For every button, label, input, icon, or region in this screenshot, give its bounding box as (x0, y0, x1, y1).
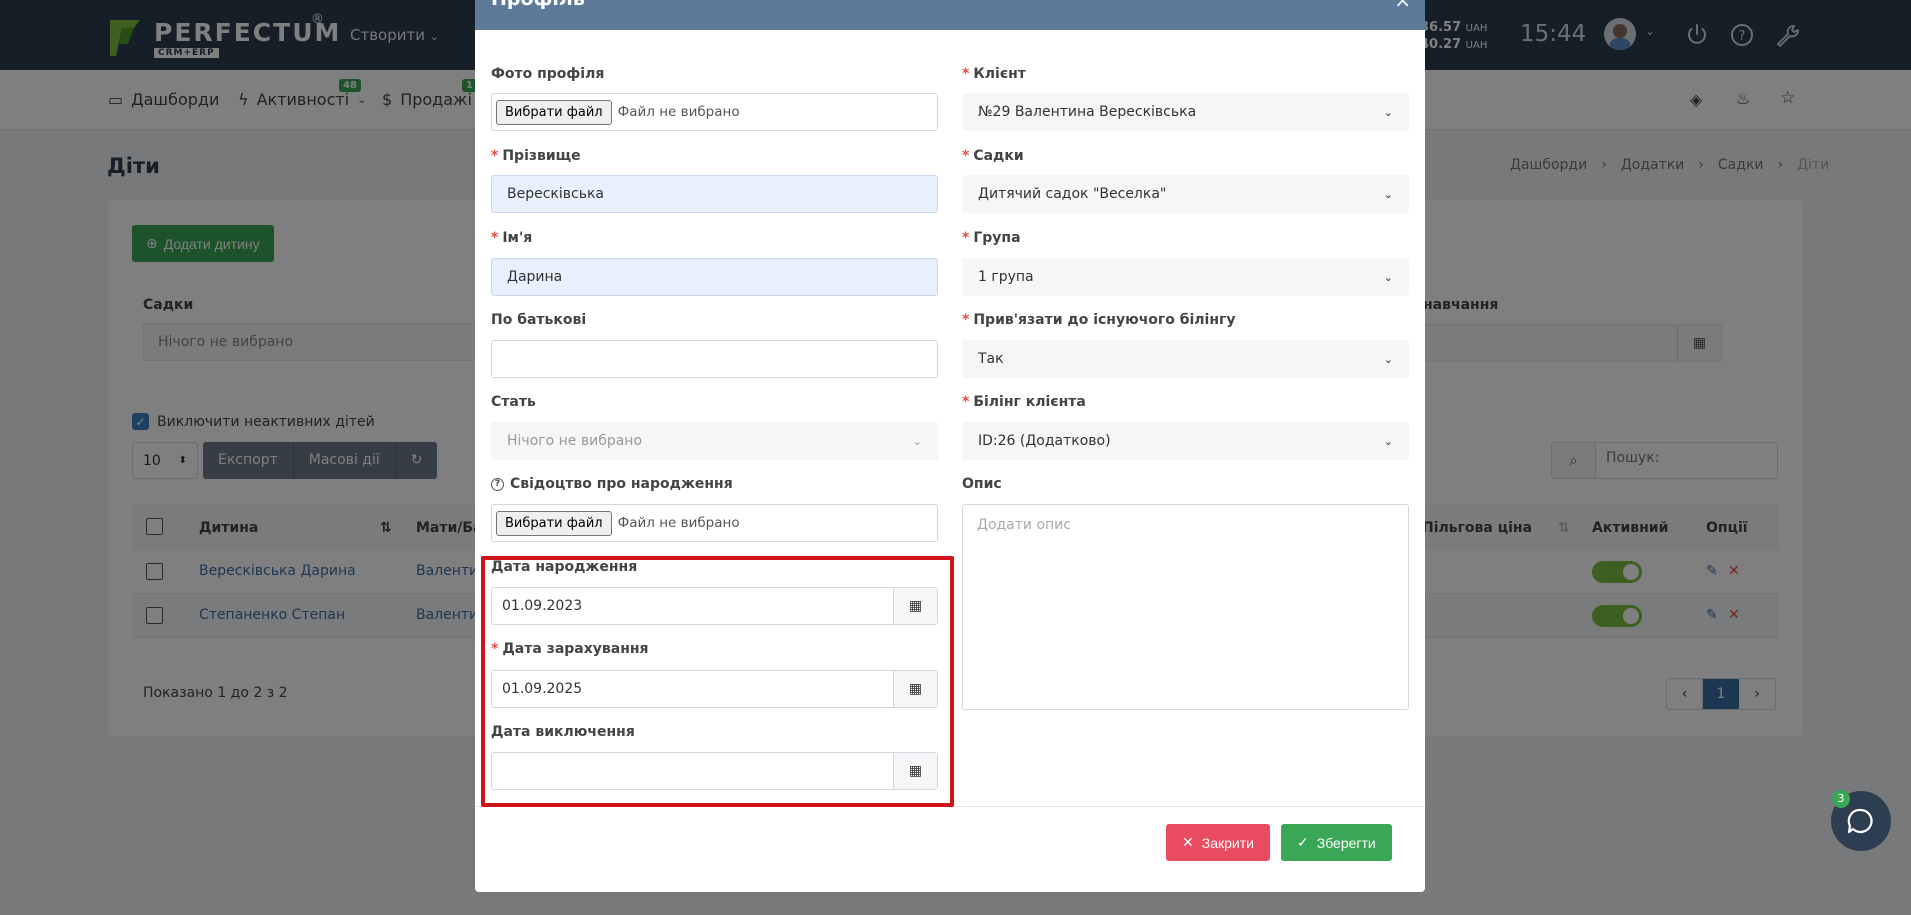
name-input[interactable]: Дарина (491, 258, 938, 296)
photo-label: Фото профіля (491, 66, 605, 82)
close-button-label: Закрити (1201, 834, 1254, 851)
chevron-down-icon: ⌄ (1383, 187, 1393, 201)
chevron-down-icon: ⌄ (1383, 434, 1393, 448)
highlight-frame (481, 556, 954, 807)
billing-link-value: Так (978, 351, 1004, 367)
certificate-file-button[interactable]: Вибрати файл (496, 510, 612, 536)
kindergarten-value: Дитячий садок "Веселка" (978, 186, 1167, 202)
gender-value: Нічого не вибрано (507, 433, 643, 449)
patronymic-label: По батькові (491, 312, 587, 328)
chat-badge: 3 (1832, 790, 1850, 808)
group-label: * Група (962, 230, 1021, 246)
description-textarea[interactable]: Додати опис (962, 504, 1409, 710)
client-value: №29 Валентина Верескiвська (978, 104, 1197, 120)
save-button[interactable]: ✓ Зберегти (1281, 824, 1392, 861)
patronymic-input[interactable] (491, 340, 938, 378)
modal-title: Профіль (491, 0, 585, 10)
surname-input[interactable]: Верескiвська (491, 175, 938, 213)
client-select[interactable]: №29 Валентина Верескiвська ⌄ (962, 93, 1409, 131)
group-value: 1 група (978, 269, 1034, 285)
certificate-file-input[interactable]: Вибрати файл Файл не вибрано (491, 504, 938, 542)
description-label: Опис (962, 476, 1002, 492)
certificate-label: ? Свідоцтво про народження (491, 476, 733, 492)
close-button[interactable]: ✕ Закрити (1166, 824, 1270, 861)
name-label: * Ім'я (491, 230, 533, 246)
save-button-label: Зберегти (1316, 834, 1376, 851)
billing-link-select[interactable]: Так ⌄ (962, 340, 1409, 378)
gender-select[interactable]: Нічого не вибрано ⌄ (491, 422, 938, 460)
chevron-down-icon: ⌄ (1383, 352, 1393, 366)
photo-file-status: Файл не вибрано (617, 104, 740, 120)
client-label: * Клієнт (962, 66, 1026, 82)
group-select[interactable]: 1 група ⌄ (962, 258, 1409, 296)
photo-file-input[interactable]: Вибрати файл Файл не вибрано (491, 93, 938, 131)
billing-link-label: * Прив'язати до існуючого білінгу (962, 312, 1236, 328)
certificate-file-status: Файл не вибрано (617, 515, 740, 531)
check-icon: ✓ (1297, 834, 1309, 850)
gender-label: Стать (491, 394, 536, 410)
chevron-down-icon: ⌄ (1383, 105, 1393, 119)
photo-file-button[interactable]: Вибрати файл (496, 99, 612, 125)
client-billing-label: * Білінг клієнта (962, 394, 1086, 410)
client-billing-value: ID:26 (Додатково) (978, 433, 1111, 449)
close-x-icon: ✕ (1182, 834, 1194, 850)
help-icon[interactable]: ? (491, 477, 504, 491)
chevron-down-icon: ⌄ (1383, 270, 1393, 284)
surname-label: * Прізвище (491, 148, 581, 164)
client-billing-select[interactable]: ID:26 (Додатково) ⌄ (962, 422, 1409, 460)
kindergarten-select[interactable]: Дитячий садок "Веселка" ⌄ (962, 175, 1409, 213)
chevron-down-icon: ⌄ (912, 434, 922, 448)
close-icon[interactable]: × (1394, 0, 1411, 12)
kindergarten-label: * Садки (962, 148, 1024, 164)
modal-header: Профіль × (475, 0, 1425, 30)
